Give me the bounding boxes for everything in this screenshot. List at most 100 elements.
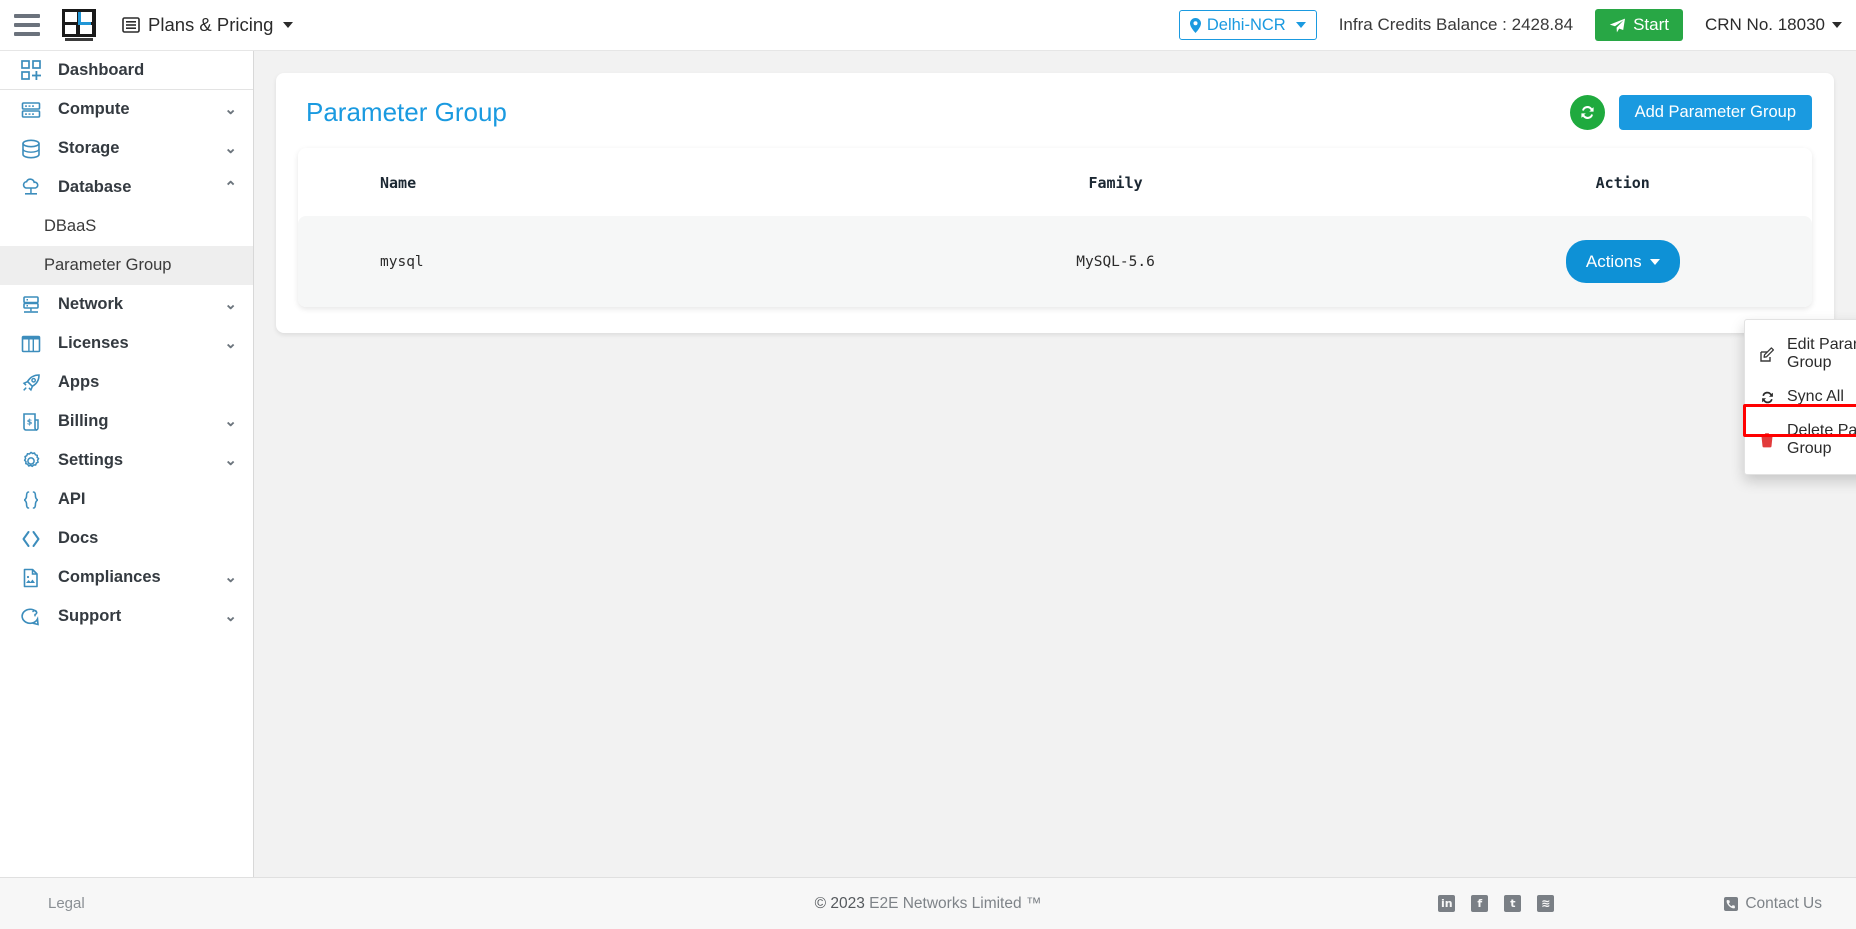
table-header: Name Family Action — [298, 148, 1812, 216]
location-pin-icon — [1189, 17, 1201, 33]
chevron-down-icon — [1649, 258, 1660, 265]
column-header-action: Action — [1595, 174, 1650, 192]
start-label: Start — [1633, 15, 1669, 34]
sidebar-item-billing[interactable]: $ Billing ⌄ — [0, 402, 253, 441]
page-title: Parameter Group — [306, 97, 507, 127]
sidebar-item-label: Dashboard — [58, 60, 145, 79]
menu-item-label: Sync All — [1787, 388, 1844, 405]
menu-item-edit-parameter-group[interactable]: Edit Parameter Group — [1745, 328, 1856, 380]
sidebar-item-parameter-group[interactable]: Parameter Group — [0, 246, 253, 285]
sidebar-item-label: Storage — [58, 139, 120, 157]
legal-link[interactable]: Legal — [48, 895, 85, 912]
svg-text:$: $ — [27, 417, 33, 426]
region-selector[interactable]: Delhi-NCR — [1178, 10, 1317, 40]
page-body: Dashboard Compute ⌄ Storage ⌄ Database ⌃… — [0, 51, 1856, 877]
parameter-group-table: Name Family Action mysql MySQL-5.6 Actio… — [298, 148, 1812, 307]
sidebar-subitem-label: Parameter Group — [44, 256, 172, 274]
chevron-down-icon — [1295, 22, 1306, 28]
hamburger-icon[interactable] — [10, 10, 44, 40]
server-icon — [18, 98, 44, 122]
network-icon — [18, 293, 44, 317]
sidebar-item-label: Apps — [58, 373, 100, 391]
sidebar-item-label: Settings — [58, 451, 124, 469]
sidebar-item-docs[interactable]: Docs — [0, 519, 253, 558]
linkedin-icon[interactable]: in — [1438, 895, 1456, 912]
braces-icon — [18, 488, 44, 512]
sidebar-item-network[interactable]: Network ⌄ — [0, 285, 253, 324]
menu-item-sync-all[interactable]: Sync All — [1745, 380, 1856, 414]
plans-and-pricing-label: Plans & Pricing — [148, 14, 274, 35]
sidebar-item-label: Database — [58, 178, 132, 196]
phone-icon — [1724, 896, 1739, 911]
table-row: mysql MySQL-5.6 Actions — [298, 216, 1812, 307]
gear-icon — [18, 449, 44, 473]
table-body: mysql MySQL-5.6 Actions — [298, 216, 1812, 307]
page-footer: Legal © 2023 E2E Networks Limited ™ in f… — [0, 877, 1856, 929]
actions-button-label: Actions — [1585, 251, 1642, 271]
crn-label: CRN No. 18030 — [1704, 15, 1825, 34]
send-icon — [1609, 18, 1626, 32]
cell-family: MySQL-5.6 — [797, 216, 1434, 307]
start-button[interactable]: Start — [1595, 9, 1683, 41]
e2e-networks-logo[interactable] — [58, 6, 100, 44]
sidebar-chevron: ⌃ — [224, 179, 237, 196]
facebook-icon[interactable]: f — [1471, 895, 1489, 912]
sidebar-item-label: Billing — [58, 412, 109, 430]
sidebar-item-label: Compliances — [58, 568, 161, 586]
menu-item-delete-parameter-group[interactable]: Delete Parameter Group — [1745, 414, 1856, 466]
sidebar-item-compute[interactable]: Compute ⌄ — [0, 90, 253, 129]
table-header-row: Name Family Action — [298, 148, 1812, 216]
sidebar-item-database[interactable]: Database ⌃ — [0, 168, 253, 207]
sidebar-item-api[interactable]: API — [0, 480, 253, 519]
licenses-icon — [18, 332, 44, 356]
actions-dropdown-button[interactable]: Actions — [1565, 240, 1680, 283]
crn-menu[interactable]: CRN No. 18030 — [1705, 15, 1842, 35]
sidebar-item-settings[interactable]: Settings ⌄ — [0, 441, 253, 480]
sidebar-item-dbaas[interactable]: DBaaS — [0, 207, 253, 246]
sidebar-item-label: Compute — [58, 100, 130, 118]
list-icon — [122, 17, 140, 33]
sidebar-chevron: ⌄ — [224, 413, 237, 430]
copyright-symbol: © — [814, 894, 827, 912]
contact-us-link[interactable]: Contact Us — [1724, 895, 1822, 913]
database-icon — [18, 137, 44, 161]
refresh-button[interactable] — [1569, 95, 1605, 130]
rss-icon[interactable]: ≋ — [1537, 895, 1555, 912]
plans-and-pricing-menu[interactable]: Plans & Pricing — [122, 14, 294, 36]
twitter-icon[interactable]: t — [1504, 895, 1522, 912]
edit-icon — [1759, 346, 1775, 362]
actions-dropdown-menu: Edit Parameter Group Sync All — [1744, 319, 1856, 475]
sidebar-item-licenses[interactable]: Licenses ⌄ — [0, 324, 253, 363]
code-icon — [18, 527, 44, 551]
sidebar-subitem-label: DBaaS — [44, 217, 97, 235]
sidebar-item-label: Support — [58, 607, 122, 625]
chevron-down-icon — [1832, 22, 1842, 28]
page-header: Parameter Group Add Parameter Group — [298, 95, 1812, 130]
chevron-down-icon — [283, 22, 294, 28]
sidebar-item-apps[interactable]: Apps — [0, 363, 253, 402]
sidebar-item-label: Network — [58, 295, 124, 313]
add-parameter-group-button[interactable]: Add Parameter Group — [1618, 95, 1812, 130]
sidebar-item-compliances[interactable]: Compliances ⌄ — [0, 558, 253, 597]
sidebar-item-storage[interactable]: Storage ⌄ — [0, 129, 253, 168]
dashboard-icon — [18, 58, 44, 82]
sidebar-item-support[interactable]: Support ⌄ — [0, 597, 253, 636]
copyright-year: 2023 — [830, 894, 865, 912]
support-icon — [18, 605, 44, 629]
main-content-area: Parameter Group Add Parameter Group Name… — [254, 51, 1856, 877]
infra-credits-balance: Infra Credits Balance : 2428.84 — [1338, 15, 1574, 34]
menu-item-label: Delete Parameter Group — [1787, 422, 1856, 457]
cell-name: mysql — [298, 216, 798, 307]
cell-action: Actions — [1433, 216, 1812, 307]
footer-right-group: in f t ≋ Contact Us — [1438, 895, 1822, 913]
sidebar-item-label: Licenses — [58, 334, 129, 352]
sidebar-navigation: Dashboard Compute ⌄ Storage ⌄ Database ⌃… — [0, 51, 254, 877]
sidebar-chevron: ⌄ — [224, 296, 237, 313]
sidebar-item-dashboard[interactable]: Dashboard — [0, 51, 253, 90]
copyright-company: E2E Networks Limited ™ — [869, 894, 1042, 912]
column-header-name: Name — [380, 174, 417, 192]
top-bar-right-group: Delhi-NCR Infra Credits Balance : 2428.8… — [1178, 9, 1842, 41]
parameter-group-card: Parameter Group Add Parameter Group Name… — [276, 73, 1834, 333]
document-icon — [18, 566, 44, 590]
refresh-icon — [1580, 106, 1594, 119]
